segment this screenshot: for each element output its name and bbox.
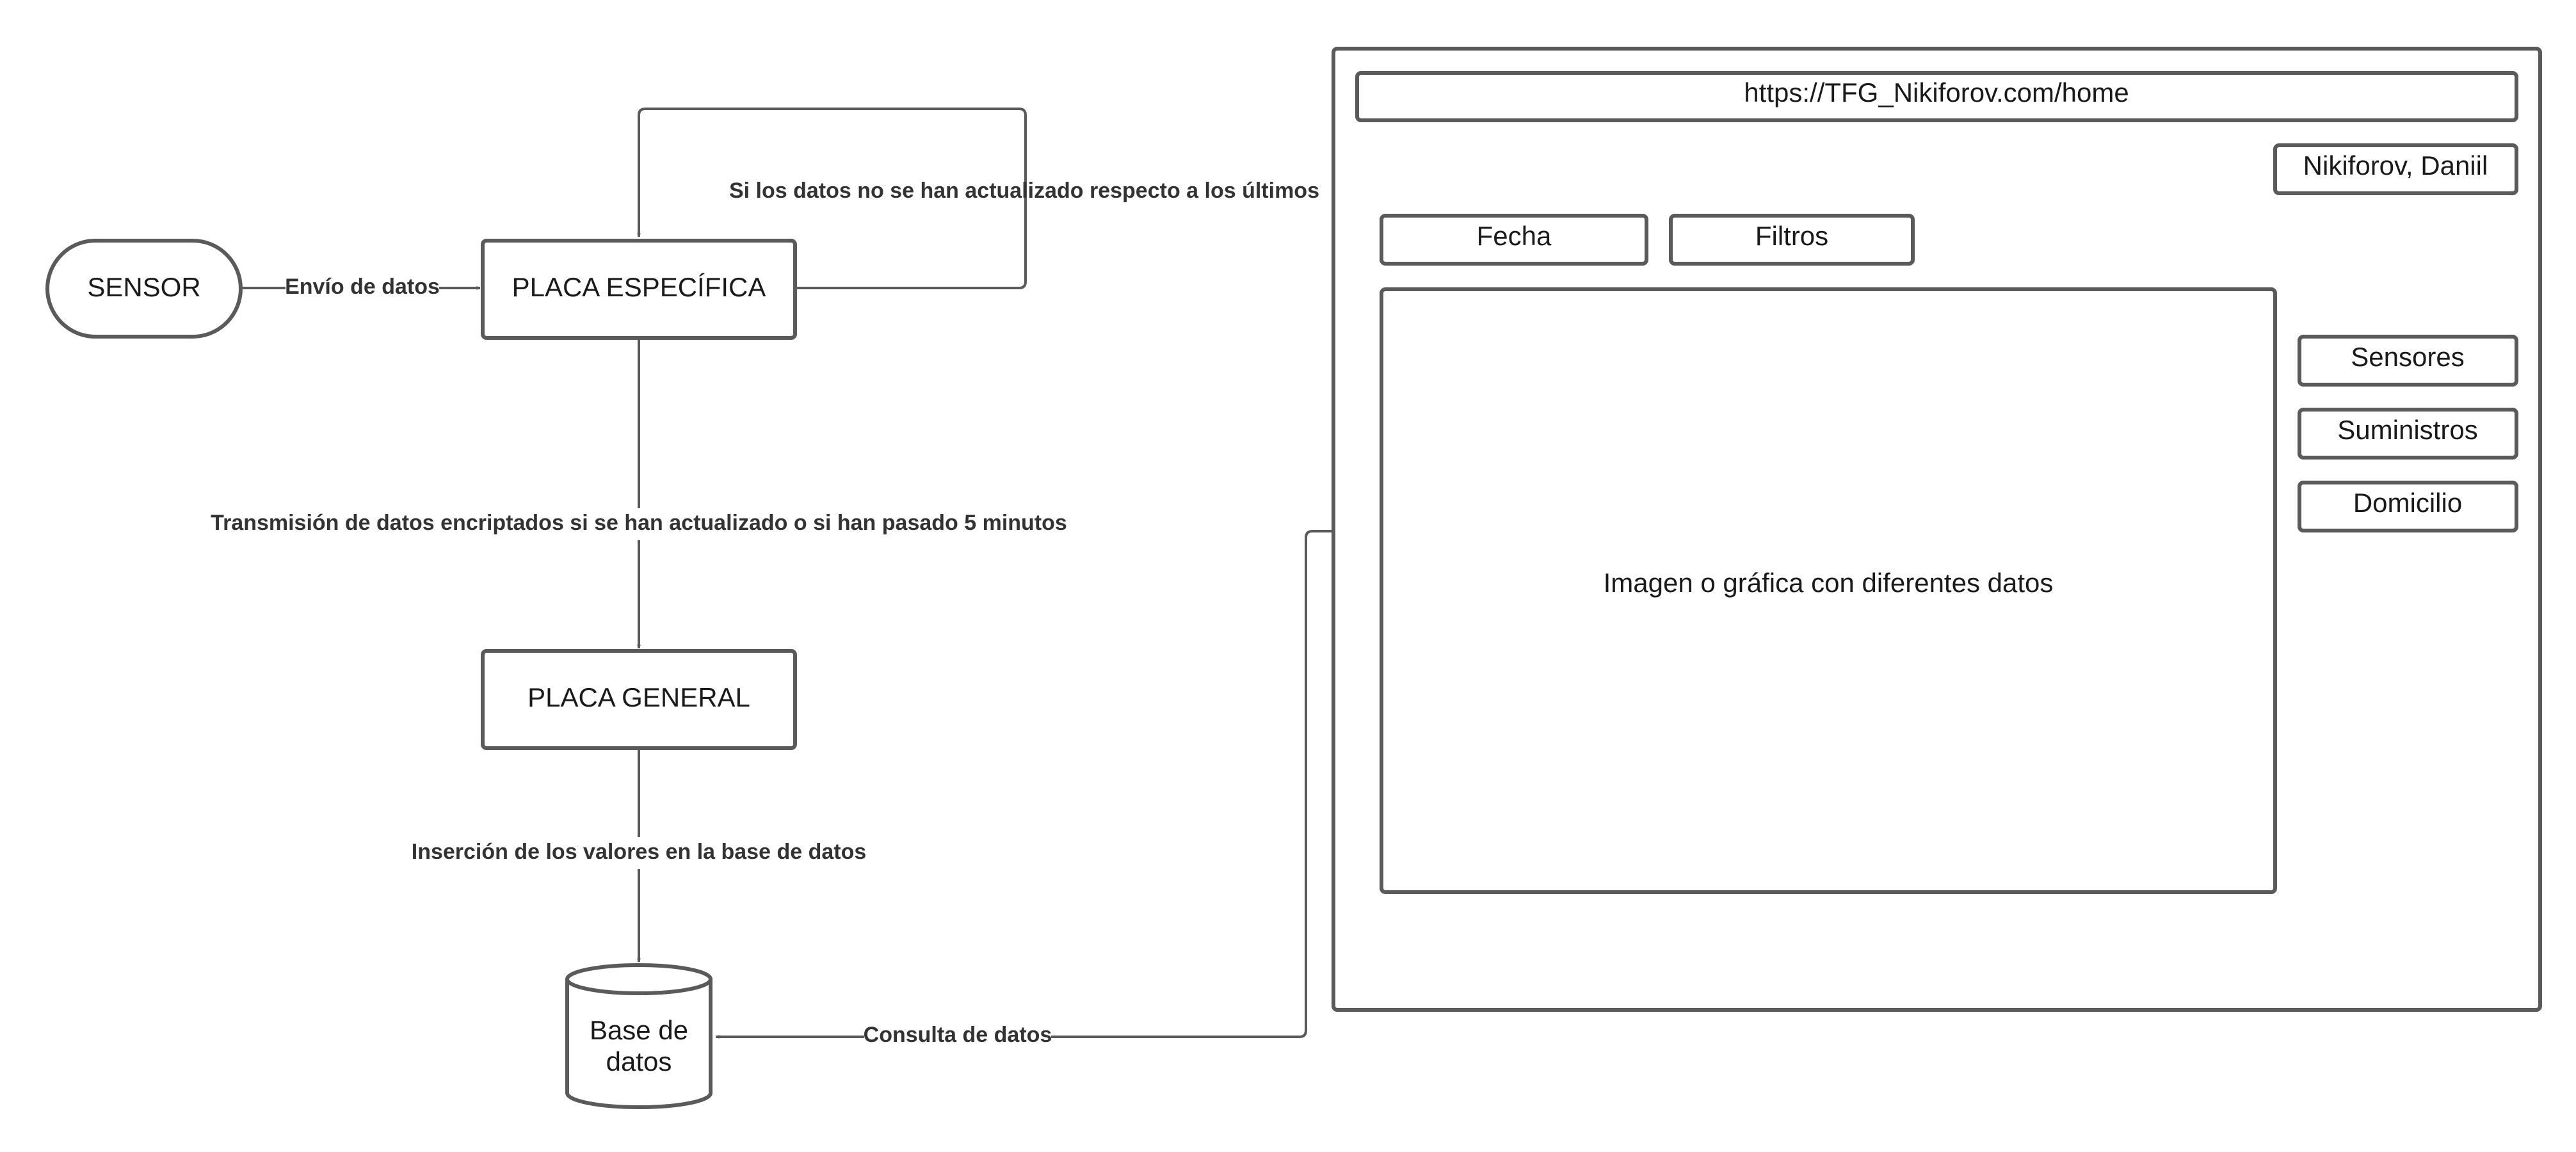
sensor-node: SENSOR: [45, 239, 243, 339]
label-transmision: Transmisión de datos encriptados si se h…: [211, 511, 1067, 535]
base-datos-label-line2: datos: [606, 1046, 672, 1076]
sensores-label: Sensores: [2351, 342, 2464, 372]
base-datos-label-line1: Base de: [590, 1015, 688, 1045]
base-datos-node: Base de datos: [565, 963, 712, 1109]
label-insercion: Inserción de los valores en la base de d…: [412, 840, 867, 864]
label-envio: Envío de datos: [285, 275, 440, 299]
placa-general-node: PLACA GENERAL: [481, 649, 797, 750]
user-name: Nikiforov, Daniil: [2303, 150, 2488, 180]
main-content-text: Imagen o gráfica con diferentes datos: [1604, 568, 2054, 598]
suministros-label: Suministros: [2337, 415, 2477, 445]
label-consulta: Consulta de datos: [864, 1023, 1052, 1047]
label-loop: Si los datos no se han actualizado respe…: [729, 179, 1319, 203]
web-mockup: https://TFG_Nikiforov.com/home Nikiforov…: [1332, 47, 2542, 1012]
domicilio-label: Domicilio: [2353, 488, 2462, 518]
filtros-label: Filtros: [1755, 221, 1828, 251]
placa-especifica-node: PLACA ESPECÍFICA: [481, 239, 797, 340]
sensor-label: SENSOR: [87, 272, 200, 302]
flow-diagram: Envío de datos Si los datos no se han ac…: [45, 47, 2542, 1109]
url-text: https://TFG_Nikiforov.com/home: [1744, 77, 2129, 108]
edge-consulta: [715, 530, 1333, 1039]
placa-especifica-label: PLACA ESPECÍFICA: [512, 272, 766, 302]
fecha-label: Fecha: [1477, 221, 1552, 251]
placa-general-label: PLACA GENERAL: [527, 682, 750, 712]
